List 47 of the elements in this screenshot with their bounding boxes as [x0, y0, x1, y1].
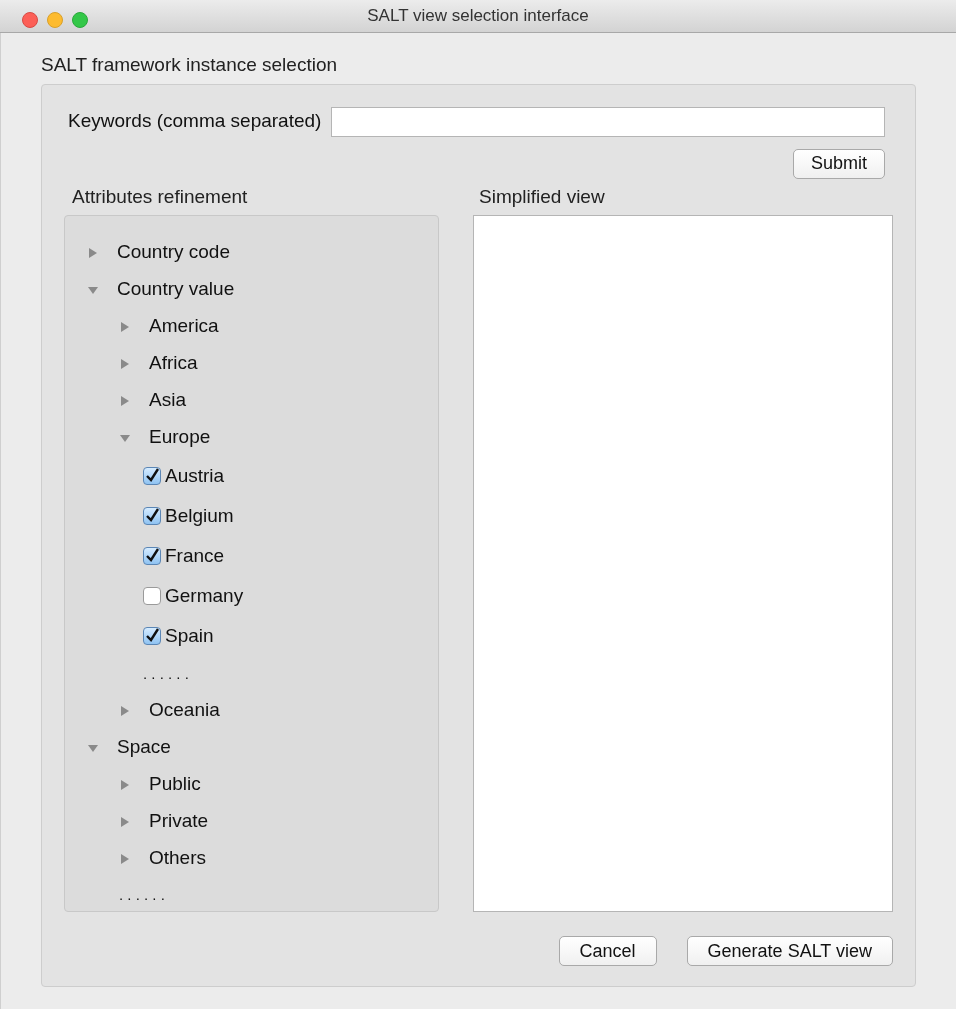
close-button[interactable]: [22, 12, 38, 28]
tree-item[interactable]: Others: [149, 844, 207, 873]
tree-item[interactable]: Asia: [149, 386, 186, 415]
checkbox[interactable]: [143, 587, 161, 605]
checkmark-icon: [144, 628, 160, 644]
checkmark-icon: [144, 468, 160, 484]
tree-item[interactable]: Country value: [117, 275, 235, 304]
checkbox-label[interactable]: Austria: [165, 461, 225, 491]
keywords-field[interactable]: [331, 106, 885, 137]
ellipsis: . . . . . .: [119, 884, 165, 905]
tree-item[interactable]: Private: [149, 807, 209, 836]
keywords-label: Keywords (comma separated): [68, 109, 322, 134]
tree-item[interactable]: Europe: [149, 423, 211, 452]
checkbox[interactable]: [143, 547, 161, 565]
minimize-button[interactable]: [47, 12, 63, 28]
checkmark-icon: [144, 548, 160, 564]
zoom-button[interactable]: [72, 12, 88, 28]
expand-triangle-icon[interactable]: [119, 852, 131, 865]
expand-triangle-icon[interactable]: [119, 394, 131, 407]
checkbox[interactable]: [143, 507, 161, 525]
simplified-title: Simplified view: [478, 184, 606, 209]
group-title: SALT framework instance selection: [41, 53, 339, 77]
tree-item[interactable]: Country code: [117, 238, 230, 267]
checkbox[interactable]: [143, 467, 161, 485]
generate-button[interactable]: Generate SALT view: [686, 936, 893, 966]
attributes-title: Attributes refinement: [71, 184, 249, 209]
checkbox-label[interactable]: France: [165, 541, 225, 571]
expand-triangle-icon[interactable]: [87, 246, 99, 259]
tree-item[interactable]: Space: [117, 733, 171, 762]
checkbox[interactable]: [143, 627, 161, 645]
checkbox-label[interactable]: Germany: [165, 581, 244, 611]
window-title: SALT view selection interface: [367, 5, 589, 28]
tree-item[interactable]: Public: [149, 770, 201, 799]
submit-button[interactable]: Submit: [792, 148, 885, 179]
expand-triangle-icon[interactable]: [119, 320, 131, 333]
cancel-button[interactable]: Cancel: [558, 936, 657, 966]
checkmark-icon: [144, 508, 160, 524]
tree-item[interactable]: Oceania: [149, 696, 220, 725]
expand-triangle-icon[interactable]: [119, 357, 131, 370]
tree-item[interactable]: Africa: [149, 349, 198, 378]
expand-triangle-icon[interactable]: [119, 778, 131, 791]
expand-triangle-icon[interactable]: [119, 704, 131, 717]
checkbox-label[interactable]: Belgium: [165, 501, 234, 531]
expand-triangle-icon[interactable]: [119, 815, 131, 828]
ellipsis: . . . . . .: [143, 663, 189, 684]
tree-item[interactable]: America: [149, 312, 219, 341]
checkbox-label[interactable]: Spain: [165, 621, 214, 651]
